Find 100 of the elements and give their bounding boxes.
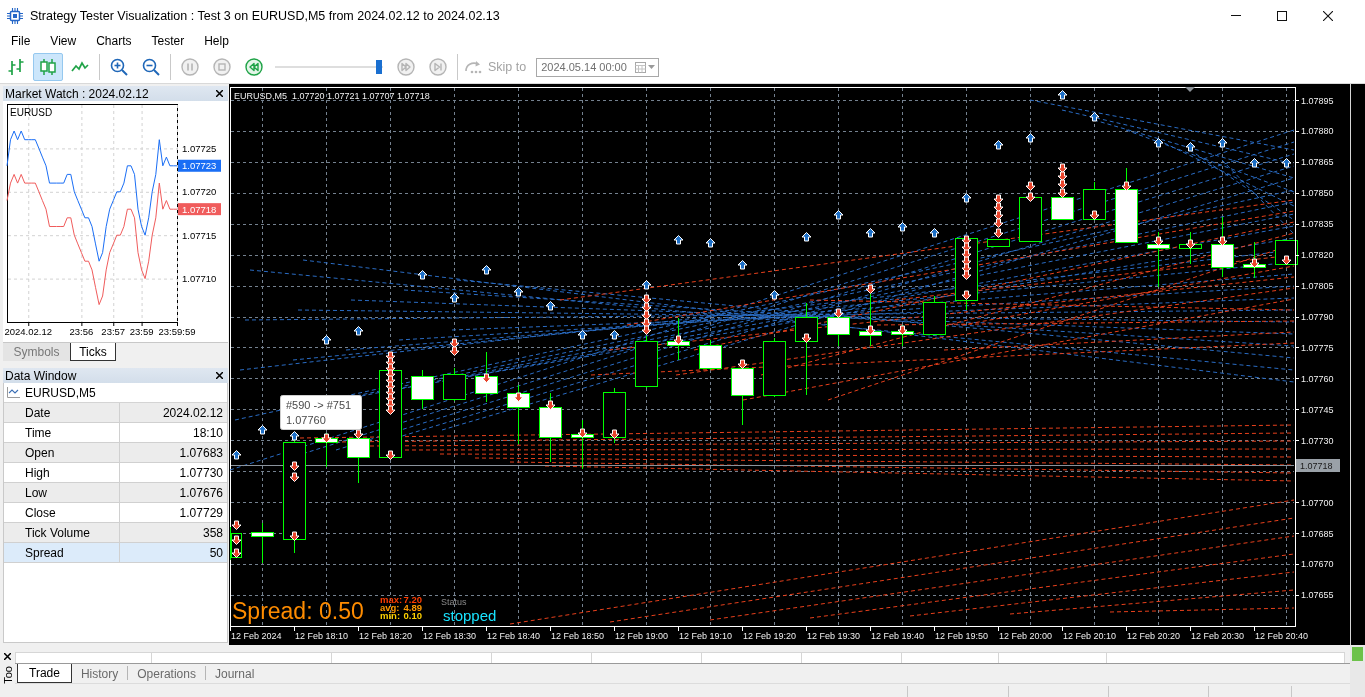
menu-item[interactable]: Tester <box>141 32 195 50</box>
menu-item[interactable]: Charts <box>86 32 142 50</box>
axis-label: 1.07725 <box>182 142 217 154</box>
chart-header: EURUSD,M5 1.07720 1.07721 1.07707 1.07718 <box>234 91 430 101</box>
down-arrow-icon <box>897 325 908 335</box>
current-price-label: 1.07718 <box>1296 459 1340 472</box>
down-arrow-icon <box>801 333 812 343</box>
down-arrow-icon <box>1057 179 1068 189</box>
tab[interactable]: Journal <box>204 666 264 680</box>
time-label: 12 Feb 19:40 <box>871 631 925 641</box>
close-icon[interactable] <box>216 90 223 97</box>
down-arrow-icon <box>865 325 876 335</box>
scrollbar[interactable] <box>1350 645 1365 697</box>
candlestick-button[interactable] <box>33 53 63 81</box>
down-arrow-icon <box>993 194 1004 204</box>
tab[interactable]: Operations <box>127 666 205 680</box>
slider-thumb[interactable] <box>375 60 382 74</box>
down-arrow-icon <box>961 256 972 266</box>
stat-value: 0.10 <box>403 610 422 621</box>
table-row[interactable]: Time 18:10 <box>4 423 227 443</box>
table-cell: 50 <box>120 543 227 563</box>
time-label: 12 Feb 19:20 <box>743 631 797 641</box>
table-row[interactable]: Close 1.07729 <box>4 503 227 523</box>
price-label: 1.07730 <box>1301 435 1334 446</box>
up-arrow-icon <box>673 235 684 245</box>
time-label: 12 Feb 19:10 <box>679 631 733 641</box>
down-arrow-icon <box>385 405 396 415</box>
down-arrow-icon <box>609 429 620 439</box>
candlestick <box>1083 181 1106 221</box>
candlestick <box>635 335 658 389</box>
table-row[interactable]: Tick Volume 358 <box>4 523 227 543</box>
line-chart-icon <box>71 61 89 73</box>
time-label: 12 Feb 18:30 <box>423 631 477 641</box>
tab[interactable]: History <box>71 666 128 680</box>
close-icon[interactable] <box>216 372 223 379</box>
price-label: 1.07775 <box>1301 342 1334 353</box>
tab[interactable]: Symbols <box>3 343 70 361</box>
triangle-marker-icon <box>1185 87 1195 92</box>
up-arrow-icon <box>705 238 716 248</box>
panel-title: Data Window <box>5 368 77 383</box>
candlestick <box>827 316 850 347</box>
line-chart-icon <box>7 387 20 398</box>
up-arrow-icon <box>1057 90 1068 100</box>
up-arrow-icon <box>833 210 844 220</box>
axis-label: 1.07710 <box>182 273 217 285</box>
candlestick <box>923 295 946 336</box>
table-row[interactable]: Date 2024.02.12 <box>4 403 227 423</box>
up-arrow-icon <box>1281 158 1292 168</box>
time-label: 12 Feb 20:20 <box>1127 631 1181 641</box>
down-arrow-icon <box>231 548 242 558</box>
tab[interactable]: Ticks <box>70 343 116 361</box>
panel-title: Too <box>1 666 14 684</box>
down-arrow-icon <box>641 302 652 312</box>
close-icon[interactable] <box>4 653 11 660</box>
price-label: 1.07685 <box>1301 528 1334 539</box>
down-arrow-icon <box>641 318 652 328</box>
down-arrow-icon <box>1185 239 1196 249</box>
time-label: 12 Feb 20:40 <box>1255 631 1309 641</box>
up-arrow-icon <box>769 290 780 300</box>
up-arrow-icon <box>929 228 940 238</box>
table-row[interactable]: Low 1.07676 <box>4 483 227 503</box>
up-arrow-icon <box>1089 112 1100 122</box>
up-arrow-icon <box>897 222 908 232</box>
time-label: 12 Feb 20:10 <box>1063 631 1117 641</box>
stop-icon <box>213 58 231 76</box>
up-arrow-icon <box>1249 158 1260 168</box>
window-title: Strategy Tester Visualization : Test 3 on EURUSD,M5 from 2024.02.12 to 2024.02.13 <box>30 8 500 23</box>
table-row[interactable]: High 1.07730 <box>4 463 227 483</box>
up-arrow-icon <box>289 431 300 441</box>
up-arrow-icon <box>449 293 460 303</box>
up-arrow-icon <box>321 335 332 345</box>
down-arrow-icon <box>993 210 1004 220</box>
down-arrow-icon <box>1281 255 1292 265</box>
down-arrow-icon <box>1057 163 1068 173</box>
candlestick <box>667 317 690 361</box>
up-arrow-icon <box>1217 138 1228 148</box>
down-arrow-icon <box>833 308 844 318</box>
speed-slider[interactable] <box>275 59 383 75</box>
tab[interactable]: Trade <box>17 664 72 683</box>
up-arrow-icon <box>545 301 556 311</box>
down-arrow-icon <box>385 450 396 460</box>
tooltip-text: 1.07760 <box>286 414 326 426</box>
price-badge: 1.07718 <box>178 203 221 216</box>
axis-label: 1.07715 <box>182 229 217 241</box>
down-arrow-icon <box>1057 188 1068 198</box>
table-row[interactable]: Open 1.07683 <box>4 443 227 463</box>
down-arrow-icon <box>577 428 588 438</box>
price-label: 1.07805 <box>1301 281 1334 292</box>
down-arrow-icon <box>289 461 300 471</box>
menu-item[interactable]: File <box>1 32 41 50</box>
menu-item[interactable]: Help <box>194 32 239 50</box>
up-arrow-icon <box>737 260 748 270</box>
down-arrow-icon <box>961 290 972 300</box>
menu-item[interactable]: View <box>40 32 87 50</box>
table-row[interactable]: Spread 50 <box>4 543 227 563</box>
candlestick <box>539 392 562 463</box>
candlestick <box>1147 231 1170 288</box>
price-label: 1.07820 <box>1301 250 1334 261</box>
down-arrow-icon <box>1089 210 1100 220</box>
scrollbar-thumb[interactable] <box>1352 647 1363 661</box>
